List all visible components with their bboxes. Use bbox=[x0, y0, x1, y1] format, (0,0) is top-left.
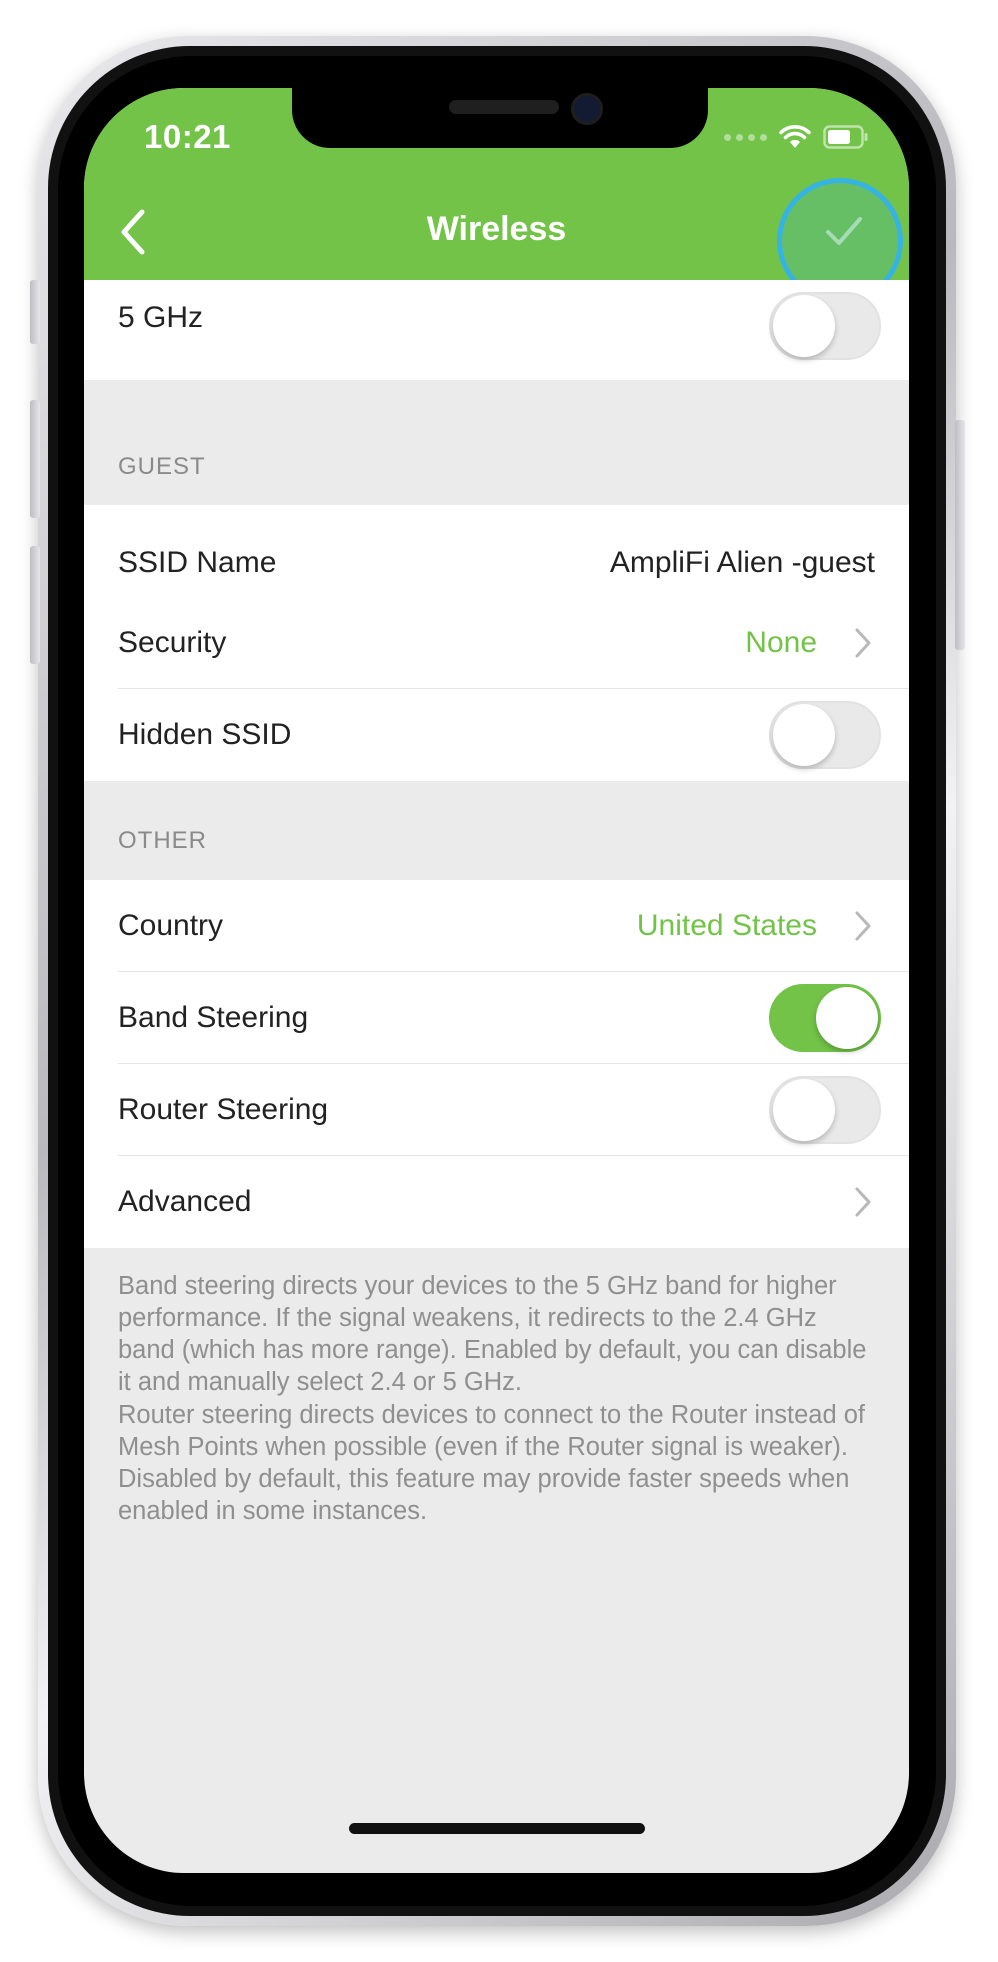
toggle-5ghz[interactable] bbox=[769, 292, 881, 360]
row-label: Router Steering bbox=[118, 1093, 329, 1126]
status-icons bbox=[724, 124, 869, 150]
chevron-right-icon bbox=[855, 911, 871, 941]
security-value: None bbox=[745, 626, 817, 659]
chevron-right-icon bbox=[855, 1187, 871, 1217]
row-label: Country bbox=[118, 909, 224, 942]
home-indicator[interactable] bbox=[349, 1823, 645, 1834]
toggle-router-steering[interactable] bbox=[769, 1076, 881, 1144]
country-value: United States bbox=[636, 909, 817, 942]
toggle-knob bbox=[773, 295, 835, 357]
toggle-band-steering[interactable] bbox=[769, 984, 881, 1052]
cellular-signal-icon bbox=[724, 133, 767, 141]
earpiece-speaker bbox=[449, 100, 559, 114]
row-label: 5 GHz bbox=[118, 301, 204, 334]
section-header-guest: GUEST bbox=[118, 453, 206, 480]
silent-switch bbox=[30, 280, 40, 344]
row-label: Hidden SSID bbox=[118, 718, 292, 751]
screen: 10:21 Wireless 5 GHz GUEST SSID Name Amp… bbox=[84, 88, 909, 1873]
volume-down-button bbox=[30, 546, 40, 664]
row-country[interactable]: Country United States bbox=[84, 880, 909, 972]
notch bbox=[292, 88, 708, 148]
row-router-steering: Router Steering bbox=[84, 1064, 909, 1156]
toggle-knob bbox=[773, 1079, 835, 1141]
row-hidden-ssid: Hidden SSID bbox=[84, 689, 909, 781]
band-steering-footnote: Band steering directs your devices to th… bbox=[118, 1272, 867, 1396]
toggle-hidden-ssid[interactable] bbox=[769, 701, 881, 769]
row-security[interactable]: Security None bbox=[84, 597, 909, 689]
row-advanced[interactable]: Advanced bbox=[84, 1156, 909, 1248]
row-label: Security bbox=[118, 626, 227, 659]
chevron-right-icon bbox=[855, 628, 871, 658]
row-band-steering: Band Steering bbox=[84, 972, 909, 1064]
battery-icon bbox=[823, 125, 868, 149]
status-time: 10:21 bbox=[144, 118, 231, 155]
row-label: Band Steering bbox=[118, 1001, 309, 1034]
wifi-icon bbox=[779, 125, 811, 148]
row-5ghz: 5 GHz bbox=[84, 280, 909, 380]
toggle-knob bbox=[816, 987, 878, 1049]
toggle-knob bbox=[773, 704, 835, 766]
power-button bbox=[955, 420, 965, 650]
section-header-other: OTHER bbox=[118, 827, 207, 854]
front-camera bbox=[571, 93, 603, 125]
volume-up-button bbox=[30, 400, 40, 518]
row-label: Advanced bbox=[118, 1185, 252, 1218]
router-steering-footnote: Router steering directs devices to conne… bbox=[118, 1401, 865, 1525]
